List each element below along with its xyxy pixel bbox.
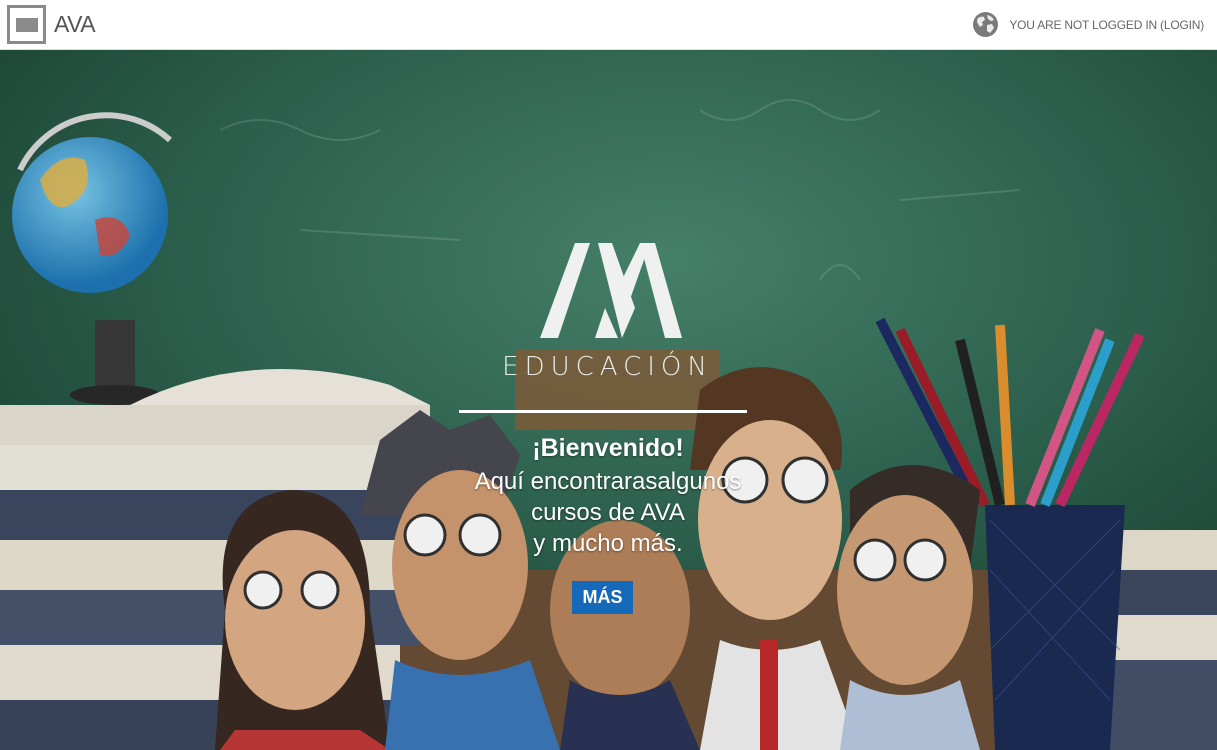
logo-subtitle: EDUCACIÓN bbox=[502, 352, 713, 382]
globe-icon bbox=[973, 12, 999, 37]
welcome-tagline: Aquí encontrarasalgunos cursos de AVA y … bbox=[420, 466, 796, 559]
brand-name: AVA bbox=[54, 11, 96, 37]
tagline-line: y mucho más. bbox=[533, 530, 683, 557]
login-link[interactable]: YOU ARE NOT LOGGED IN (LOGIN) bbox=[1009, 18, 1204, 32]
hero-content: EDUCACIÓN ¡Bienvenido! Aquí encontrarasa… bbox=[0, 50, 1217, 750]
tagline-line: Aquí encontrarasalgunos bbox=[474, 468, 742, 495]
brand-link[interactable]: AVA bbox=[0, 0, 96, 50]
ava-education-logo: EDUCACIÓN bbox=[500, 233, 715, 382]
top-navbar: AVA YOU ARE NOT LOGGED IN (LOGIN) bbox=[0, 0, 1217, 50]
login-area: YOU ARE NOT LOGGED IN (LOGIN) bbox=[972, 11, 1217, 38]
ava-logo-icon bbox=[7, 5, 46, 44]
ava-logo-mark bbox=[540, 243, 682, 338]
more-button[interactable]: MÁS bbox=[572, 581, 633, 614]
hero-banner: EDUCACIÓN ¡Bienvenido! Aquí encontrarasa… bbox=[0, 50, 1217, 750]
hero-divider bbox=[459, 410, 747, 413]
tagline-line: cursos de AVA bbox=[531, 499, 685, 526]
welcome-heading: ¡Bienvenido! bbox=[532, 434, 684, 462]
